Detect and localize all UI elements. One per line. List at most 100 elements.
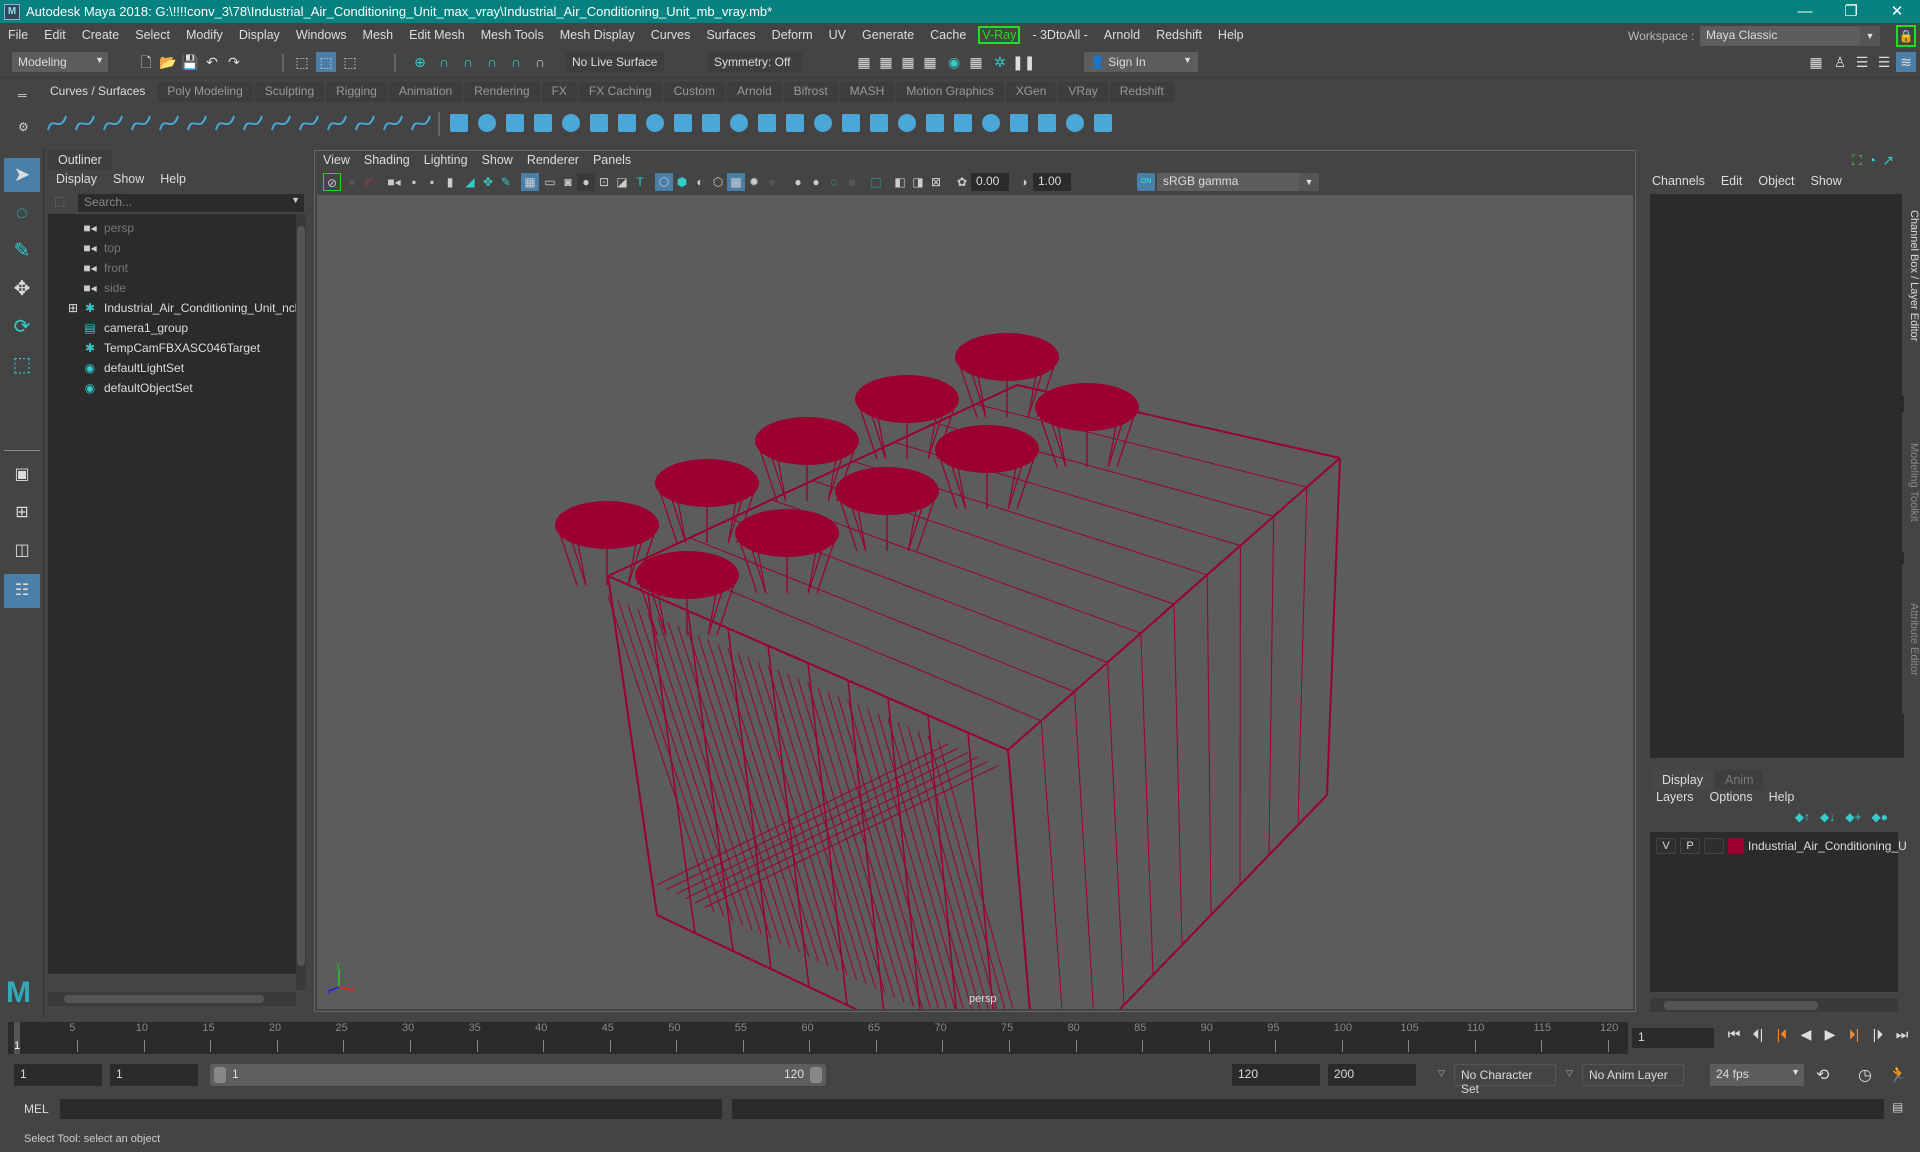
- open-scene-icon[interactable]: 📂: [158, 52, 178, 72]
- snap-curve-icon[interactable]: ∩: [434, 52, 454, 72]
- resolution-gate-icon[interactable]: ◙: [559, 173, 577, 191]
- menu-create[interactable]: Create: [74, 28, 128, 42]
- snap-point-icon[interactable]: ∩: [458, 52, 478, 72]
- menu-edit-mesh[interactable]: Edit Mesh: [401, 28, 473, 42]
- boundary-icon[interactable]: [754, 110, 780, 136]
- ipr-render-icon[interactable]: ▦: [898, 52, 918, 72]
- exposure-field[interactable]: 0.00: [971, 173, 1009, 191]
- outliner-tab[interactable]: Outliner: [48, 150, 112, 170]
- menu-generate[interactable]: Generate: [854, 28, 922, 42]
- new-layer-selected-icon[interactable]: ◆●: [1872, 810, 1888, 824]
- hypershade-icon[interactable]: ◉: [944, 52, 964, 72]
- lock-icon[interactable]: 🔒: [1896, 25, 1916, 47]
- birail-icon[interactable]: [726, 110, 752, 136]
- live-surface-field[interactable]: No Live Surface: [566, 52, 664, 72]
- save-scene-icon[interactable]: 💾: [180, 52, 200, 72]
- curve-points-icon[interactable]: [352, 110, 378, 136]
- channel-box-icon[interactable]: ≋: [1896, 52, 1916, 72]
- channel-box[interactable]: [1650, 194, 1904, 758]
- nurbs-cylinder-icon[interactable]: [502, 110, 528, 136]
- nurbs-square-icon[interactable]: [72, 110, 98, 136]
- layer-row[interactable]: V P Industrial_Air_Conditioning_U: [1656, 836, 1907, 856]
- layer-tab-anim[interactable]: Anim: [1715, 770, 1764, 790]
- offset-curve-icon[interactable]: [296, 110, 322, 136]
- attach-surface-icon[interactable]: [922, 110, 948, 136]
- shelf-tab-poly-modeling[interactable]: Poly Modeling: [157, 82, 253, 102]
- pause-viewport-icon[interactable]: ❚❚: [1012, 52, 1035, 72]
- outliner-menu-display[interactable]: Display: [56, 172, 97, 186]
- step-back-key-icon[interactable]: |⏴: [1772, 1026, 1792, 1043]
- image-plane-icon[interactable]: ◢: [461, 173, 479, 191]
- hyperbolic-icon[interactable]: ↗: [1882, 152, 1894, 169]
- menu-set-select[interactable]: Modeling ▼: [12, 52, 108, 72]
- lights-icon[interactable]: ✹: [745, 173, 763, 191]
- smooth-shade-icon[interactable]: ⬢: [673, 173, 691, 191]
- stitch-icon[interactable]: [1034, 110, 1060, 136]
- extend-curve-icon[interactable]: [268, 110, 294, 136]
- menu-edit[interactable]: Edit: [36, 28, 74, 42]
- layer-color-swatch[interactable]: [1728, 838, 1744, 854]
- menu-redshift[interactable]: Redshift: [1148, 28, 1210, 42]
- side-tab-modeling-toolkit[interactable]: Modeling Toolkit: [1902, 412, 1920, 552]
- loft-icon[interactable]: [642, 110, 668, 136]
- rotate-tool-icon[interactable]: ⟳: [4, 310, 40, 344]
- minimize-button[interactable]: —: [1782, 0, 1828, 23]
- scrollbar-thumb[interactable]: [297, 226, 305, 966]
- play-forwards-icon[interactable]: ▶: [1820, 1026, 1840, 1043]
- shelf-tab-sculpting[interactable]: Sculpting: [254, 82, 325, 102]
- nurbs-sphere-icon[interactable]: [446, 110, 472, 136]
- menu-surfaces[interactable]: Surfaces: [698, 28, 763, 42]
- menu-mesh-tools[interactable]: Mesh Tools: [473, 28, 552, 42]
- ep-curve-icon[interactable]: [100, 110, 126, 136]
- outliner-menu-show[interactable]: Show: [113, 172, 144, 186]
- side-tab-channel-box-layer-editor[interactable]: Channel Box / Layer Editor: [1902, 156, 1920, 396]
- undo-icon[interactable]: ↶: [202, 52, 222, 72]
- cv-curve-icon[interactable]: [156, 110, 182, 136]
- step-forward-key-icon[interactable]: ⏵|: [1844, 1026, 1864, 1043]
- snap-view-plane-icon[interactable]: ∩: [482, 52, 502, 72]
- scrollbar-thumb[interactable]: [1664, 1001, 1818, 1010]
- shelf-tab-fx-caching[interactable]: FX Caching: [578, 82, 662, 102]
- layer-menu-help[interactable]: Help: [1769, 790, 1795, 804]
- shelf-tab-fx[interactable]: FX: [541, 82, 577, 102]
- viewport-menu-lighting[interactable]: Lighting: [424, 153, 468, 167]
- menu-mesh[interactable]: Mesh: [355, 28, 402, 42]
- outliner-layout-icon[interactable]: ☷: [4, 574, 40, 608]
- outliner-item[interactable]: ■◂ persp: [48, 218, 294, 238]
- detach-icon[interactable]: [950, 110, 976, 136]
- menu-v-ray[interactable]: V-Ray: [978, 26, 1021, 44]
- snap-pivot-icon[interactable]: ∩: [530, 52, 550, 72]
- pencil-curve-icon[interactable]: [128, 110, 154, 136]
- move-layer-up-icon[interactable]: ◆↑: [1795, 810, 1810, 824]
- field-chart-icon[interactable]: ⊡: [595, 173, 613, 191]
- outliner-item[interactable]: ✱ TempCamFBXASC046Target: [48, 338, 294, 358]
- trim-icon[interactable]: [866, 110, 892, 136]
- attribute-editor-icon[interactable]: ☰: [1852, 52, 1872, 72]
- tool-settings-icon[interactable]: ☰: [1874, 52, 1894, 72]
- menu-curves[interactable]: Curves: [643, 28, 699, 42]
- grease-pencil-icon[interactable]: ✎: [497, 173, 515, 191]
- menu-3dtoall[interactable]: - 3DtoAll -: [1024, 28, 1096, 42]
- select-component-icon[interactable]: ⬚: [340, 52, 360, 72]
- isolate-select-icon[interactable]: ⬚: [867, 173, 885, 191]
- render-view-icon[interactable]: ▦: [854, 52, 874, 72]
- gamma-field[interactable]: 1.00: [1033, 173, 1071, 191]
- menu-cache[interactable]: Cache: [922, 28, 974, 42]
- nurbs-circle-icon[interactable]: [44, 110, 70, 136]
- camera-attributes-icon[interactable]: ▪: [423, 173, 441, 191]
- viewport-menu-show[interactable]: Show: [482, 153, 513, 167]
- human-ik-icon[interactable]: ♙: [1830, 52, 1850, 72]
- layer-name[interactable]: Industrial_Air_Conditioning_U: [1748, 839, 1907, 853]
- menu-windows[interactable]: Windows: [288, 28, 355, 42]
- playback-start-field[interactable]: 1: [110, 1064, 198, 1086]
- rebuild-surface-icon[interactable]: [1006, 110, 1032, 136]
- wireframe-on-shaded-icon[interactable]: ⬡: [709, 173, 727, 191]
- nurbs-plane-icon[interactable]: [558, 110, 584, 136]
- scale-tool-icon[interactable]: ⬚: [4, 348, 40, 382]
- xray-icon[interactable]: ▩: [727, 173, 745, 191]
- sign-in-button[interactable]: 👤 Sign In ▼: [1084, 52, 1198, 72]
- channel-box-menu-channels[interactable]: Channels: [1652, 174, 1705, 188]
- viewport-menu-panels[interactable]: Panels: [593, 153, 631, 167]
- viewport-menu-shading[interactable]: Shading: [364, 153, 410, 167]
- move-tool-icon[interactable]: ✥: [4, 272, 40, 306]
